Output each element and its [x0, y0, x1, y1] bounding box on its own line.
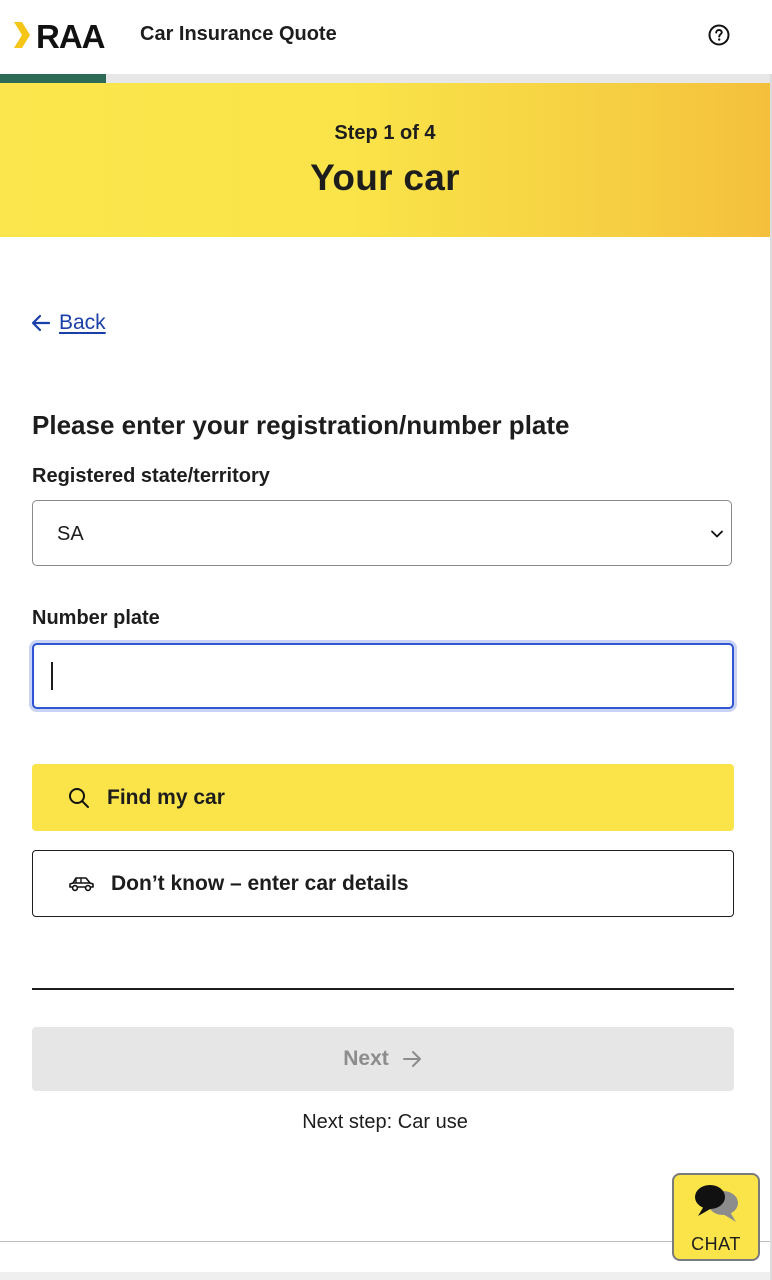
number-plate-input[interactable]	[32, 643, 734, 709]
chevron-down-icon	[711, 530, 723, 538]
raa-logo[interactable]: RAA	[12, 19, 124, 51]
chat-label: CHAT	[691, 1234, 741, 1254]
state-select[interactable]: SA	[32, 500, 732, 566]
find-my-car-button[interactable]: Find my car	[32, 764, 734, 831]
footer-strip	[0, 1272, 770, 1280]
page-title: Your car	[310, 157, 460, 198]
back-link[interactable]: Back	[30, 309, 106, 337]
header-title: Car Insurance Quote	[140, 23, 337, 45]
next-step-text: Next step: Car use	[302, 1111, 468, 1133]
app-header: RAA Car Insurance Quote	[0, 0, 772, 74]
step-banner: Step 1 of 4 Your car	[0, 83, 770, 237]
step-indicator: Step 1 of 4	[334, 122, 436, 144]
progress-bar	[0, 74, 770, 83]
next-button[interactable]: Next	[32, 1027, 734, 1091]
back-link-label: Back	[59, 311, 106, 334]
arrow-left-icon	[31, 314, 51, 332]
search-icon	[69, 787, 89, 808]
footer-divider	[0, 1241, 770, 1242]
svg-text:RAA: RAA	[36, 19, 105, 51]
form-question: Please enter your registration/number pl…	[32, 410, 570, 440]
chat-button[interactable]: CHAT	[672, 1173, 760, 1261]
arrow-right-icon	[402, 1051, 421, 1067]
enter-car-details-label: Don’t know – enter car details	[111, 871, 409, 895]
help-icon[interactable]	[708, 24, 730, 46]
enter-car-details-button[interactable]: Don’t know – enter car details	[32, 850, 734, 917]
progress-fill	[0, 74, 106, 83]
chat-bubbles-icon	[695, 1185, 738, 1222]
state-label: Registered state/territory	[32, 465, 270, 487]
car-icon	[69, 876, 94, 891]
find-my-car-label: Find my car	[107, 785, 225, 809]
text-cursor	[51, 662, 53, 690]
state-select-value: SA	[57, 523, 84, 545]
next-button-label: Next	[343, 1047, 389, 1070]
plate-label: Number plate	[32, 607, 160, 629]
section-divider	[32, 988, 734, 990]
